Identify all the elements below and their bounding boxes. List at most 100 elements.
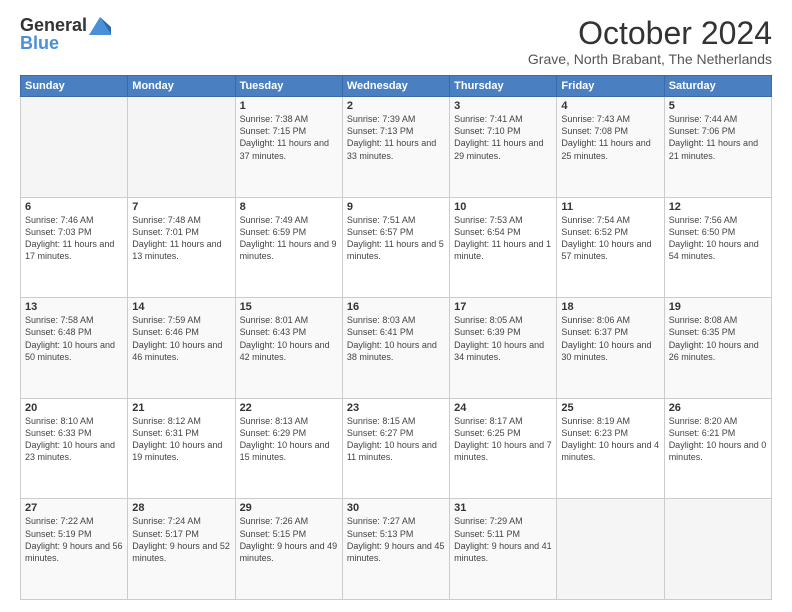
weekday-sunday: Sunday xyxy=(21,76,128,97)
day-info: Sunrise: 7:59 AM Sunset: 6:46 PM Dayligh… xyxy=(132,314,230,363)
day-number: 24 xyxy=(454,402,552,414)
day-info: Sunrise: 8:03 AM Sunset: 6:41 PM Dayligh… xyxy=(347,314,445,363)
calendar-cell: 5Sunrise: 7:44 AM Sunset: 7:06 PM Daylig… xyxy=(664,97,771,198)
calendar-week-5: 27Sunrise: 7:22 AM Sunset: 5:19 PM Dayli… xyxy=(21,499,772,600)
day-number: 2 xyxy=(347,100,445,112)
calendar-cell: 15Sunrise: 8:01 AM Sunset: 6:43 PM Dayli… xyxy=(235,298,342,399)
day-number: 7 xyxy=(132,201,230,213)
day-info: Sunrise: 8:17 AM Sunset: 6:25 PM Dayligh… xyxy=(454,415,552,464)
calendar-cell xyxy=(128,97,235,198)
day-number: 12 xyxy=(669,201,767,213)
day-number: 3 xyxy=(454,100,552,112)
calendar-cell: 3Sunrise: 7:41 AM Sunset: 7:10 PM Daylig… xyxy=(450,97,557,198)
weekday-tuesday: Tuesday xyxy=(235,76,342,97)
day-number: 17 xyxy=(454,301,552,313)
day-info: Sunrise: 7:29 AM Sunset: 5:11 PM Dayligh… xyxy=(454,515,552,564)
day-info: Sunrise: 7:24 AM Sunset: 5:17 PM Dayligh… xyxy=(132,515,230,564)
logo: General Blue xyxy=(20,16,111,54)
day-info: Sunrise: 7:49 AM Sunset: 6:59 PM Dayligh… xyxy=(240,214,338,263)
day-info: Sunrise: 7:54 AM Sunset: 6:52 PM Dayligh… xyxy=(561,214,659,263)
calendar-cell: 18Sunrise: 8:06 AM Sunset: 6:37 PM Dayli… xyxy=(557,298,664,399)
month-title: October 2024 xyxy=(528,16,772,51)
logo-blue: Blue xyxy=(20,34,111,54)
title-block: October 2024 Grave, North Brabant, The N… xyxy=(528,16,772,67)
calendar-cell: 2Sunrise: 7:39 AM Sunset: 7:13 PM Daylig… xyxy=(342,97,449,198)
day-info: Sunrise: 7:51 AM Sunset: 6:57 PM Dayligh… xyxy=(347,214,445,263)
day-number: 28 xyxy=(132,502,230,514)
calendar-cell: 10Sunrise: 7:53 AM Sunset: 6:54 PM Dayli… xyxy=(450,197,557,298)
calendar-cell: 21Sunrise: 8:12 AM Sunset: 6:31 PM Dayli… xyxy=(128,398,235,499)
day-info: Sunrise: 7:48 AM Sunset: 7:01 PM Dayligh… xyxy=(132,214,230,263)
calendar-cell: 13Sunrise: 7:58 AM Sunset: 6:48 PM Dayli… xyxy=(21,298,128,399)
weekday-monday: Monday xyxy=(128,76,235,97)
weekday-thursday: Thursday xyxy=(450,76,557,97)
day-number: 9 xyxy=(347,201,445,213)
calendar-week-1: 1Sunrise: 7:38 AM Sunset: 7:15 PM Daylig… xyxy=(21,97,772,198)
day-info: Sunrise: 7:22 AM Sunset: 5:19 PM Dayligh… xyxy=(25,515,123,564)
calendar-cell: 8Sunrise: 7:49 AM Sunset: 6:59 PM Daylig… xyxy=(235,197,342,298)
day-info: Sunrise: 7:26 AM Sunset: 5:15 PM Dayligh… xyxy=(240,515,338,564)
calendar-week-2: 6Sunrise: 7:46 AM Sunset: 7:03 PM Daylig… xyxy=(21,197,772,298)
day-info: Sunrise: 8:06 AM Sunset: 6:37 PM Dayligh… xyxy=(561,314,659,363)
calendar-week-3: 13Sunrise: 7:58 AM Sunset: 6:48 PM Dayli… xyxy=(21,298,772,399)
calendar-cell: 17Sunrise: 8:05 AM Sunset: 6:39 PM Dayli… xyxy=(450,298,557,399)
calendar-cell: 20Sunrise: 8:10 AM Sunset: 6:33 PM Dayli… xyxy=(21,398,128,499)
day-number: 25 xyxy=(561,402,659,414)
day-number: 15 xyxy=(240,301,338,313)
day-number: 20 xyxy=(25,402,123,414)
day-info: Sunrise: 8:08 AM Sunset: 6:35 PM Dayligh… xyxy=(669,314,767,363)
day-info: Sunrise: 7:41 AM Sunset: 7:10 PM Dayligh… xyxy=(454,113,552,162)
calendar: SundayMondayTuesdayWednesdayThursdayFrid… xyxy=(20,75,772,600)
calendar-cell xyxy=(21,97,128,198)
day-info: Sunrise: 7:43 AM Sunset: 7:08 PM Dayligh… xyxy=(561,113,659,162)
calendar-cell: 24Sunrise: 8:17 AM Sunset: 6:25 PM Dayli… xyxy=(450,398,557,499)
weekday-header-row: SundayMondayTuesdayWednesdayThursdayFrid… xyxy=(21,76,772,97)
day-info: Sunrise: 7:46 AM Sunset: 7:03 PM Dayligh… xyxy=(25,214,123,263)
day-number: 13 xyxy=(25,301,123,313)
weekday-saturday: Saturday xyxy=(664,76,771,97)
logo-general: General xyxy=(20,15,87,35)
day-info: Sunrise: 8:05 AM Sunset: 6:39 PM Dayligh… xyxy=(454,314,552,363)
calendar-cell: 1Sunrise: 7:38 AM Sunset: 7:15 PM Daylig… xyxy=(235,97,342,198)
day-info: Sunrise: 7:53 AM Sunset: 6:54 PM Dayligh… xyxy=(454,214,552,263)
day-number: 1 xyxy=(240,100,338,112)
calendar-cell: 4Sunrise: 7:43 AM Sunset: 7:08 PM Daylig… xyxy=(557,97,664,198)
calendar-cell: 30Sunrise: 7:27 AM Sunset: 5:13 PM Dayli… xyxy=(342,499,449,600)
calendar-cell: 14Sunrise: 7:59 AM Sunset: 6:46 PM Dayli… xyxy=(128,298,235,399)
weekday-wednesday: Wednesday xyxy=(342,76,449,97)
calendar-cell: 9Sunrise: 7:51 AM Sunset: 6:57 PM Daylig… xyxy=(342,197,449,298)
day-number: 11 xyxy=(561,201,659,213)
location-subtitle: Grave, North Brabant, The Netherlands xyxy=(528,51,772,67)
day-number: 27 xyxy=(25,502,123,514)
day-info: Sunrise: 8:15 AM Sunset: 6:27 PM Dayligh… xyxy=(347,415,445,464)
calendar-cell xyxy=(557,499,664,600)
day-info: Sunrise: 7:39 AM Sunset: 7:13 PM Dayligh… xyxy=(347,113,445,162)
day-info: Sunrise: 7:44 AM Sunset: 7:06 PM Dayligh… xyxy=(669,113,767,162)
day-info: Sunrise: 7:38 AM Sunset: 7:15 PM Dayligh… xyxy=(240,113,338,162)
day-number: 26 xyxy=(669,402,767,414)
day-info: Sunrise: 8:12 AM Sunset: 6:31 PM Dayligh… xyxy=(132,415,230,464)
calendar-cell: 25Sunrise: 8:19 AM Sunset: 6:23 PM Dayli… xyxy=(557,398,664,499)
calendar-body: 1Sunrise: 7:38 AM Sunset: 7:15 PM Daylig… xyxy=(21,97,772,600)
day-info: Sunrise: 8:01 AM Sunset: 6:43 PM Dayligh… xyxy=(240,314,338,363)
calendar-cell: 11Sunrise: 7:54 AM Sunset: 6:52 PM Dayli… xyxy=(557,197,664,298)
calendar-cell: 29Sunrise: 7:26 AM Sunset: 5:15 PM Dayli… xyxy=(235,499,342,600)
day-info: Sunrise: 8:19 AM Sunset: 6:23 PM Dayligh… xyxy=(561,415,659,464)
day-info: Sunrise: 8:10 AM Sunset: 6:33 PM Dayligh… xyxy=(25,415,123,464)
day-number: 29 xyxy=(240,502,338,514)
calendar-cell: 16Sunrise: 8:03 AM Sunset: 6:41 PM Dayli… xyxy=(342,298,449,399)
day-number: 16 xyxy=(347,301,445,313)
calendar-cell: 27Sunrise: 7:22 AM Sunset: 5:19 PM Dayli… xyxy=(21,499,128,600)
calendar-header: SundayMondayTuesdayWednesdayThursdayFrid… xyxy=(21,76,772,97)
day-info: Sunrise: 8:13 AM Sunset: 6:29 PM Dayligh… xyxy=(240,415,338,464)
day-number: 4 xyxy=(561,100,659,112)
day-info: Sunrise: 7:27 AM Sunset: 5:13 PM Dayligh… xyxy=(347,515,445,564)
day-number: 5 xyxy=(669,100,767,112)
day-number: 18 xyxy=(561,301,659,313)
day-number: 21 xyxy=(132,402,230,414)
calendar-cell: 6Sunrise: 7:46 AM Sunset: 7:03 PM Daylig… xyxy=(21,197,128,298)
calendar-week-4: 20Sunrise: 8:10 AM Sunset: 6:33 PM Dayli… xyxy=(21,398,772,499)
calendar-cell: 12Sunrise: 7:56 AM Sunset: 6:50 PM Dayli… xyxy=(664,197,771,298)
day-info: Sunrise: 7:58 AM Sunset: 6:48 PM Dayligh… xyxy=(25,314,123,363)
calendar-cell: 26Sunrise: 8:20 AM Sunset: 6:21 PM Dayli… xyxy=(664,398,771,499)
